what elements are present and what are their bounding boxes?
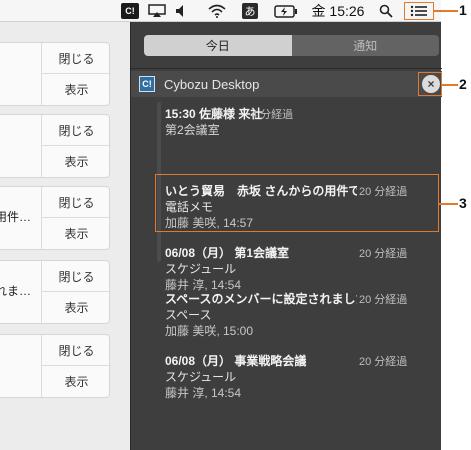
wifi-icon[interactable]	[207, 3, 227, 19]
close-button[interactable]: 閉じる	[42, 115, 111, 146]
alert-card-text: 用件…	[0, 210, 31, 224]
callout-number: 1	[459, 2, 467, 18]
notification-list-icon[interactable]	[404, 2, 434, 20]
callout-number: 3	[459, 195, 467, 211]
notification-center: 今日 通知 C! Cybozu Desktop × 15:30 佐藤様 来社 4…	[130, 22, 442, 450]
notification-title: いとう貿易 赤坂 さんからの用件で…	[165, 184, 357, 198]
notification-subtitle: スケジュール	[165, 370, 237, 384]
alert-card-text: れま…	[0, 284, 31, 298]
cybozu-icon[interactable]: C!	[121, 3, 139, 19]
callout-line	[439, 203, 458, 205]
tab-notifications[interactable]: 通知	[291, 35, 439, 56]
volume-icon[interactable]	[174, 3, 190, 19]
search-icon[interactable]	[377, 3, 395, 19]
alert-card: 閉じる 表示	[0, 114, 111, 178]
tab-today[interactable]: 今日	[144, 35, 292, 56]
app-header: C! Cybozu Desktop ×	[131, 71, 442, 97]
show-button[interactable]: 表示	[42, 366, 111, 397]
notification-item[interactable]: 15:30 佐藤様 来社 4 分経過 第2会議室	[165, 105, 440, 161]
notification-subtitle: 電話メモ	[165, 200, 214, 214]
alert-card: 用件… 閉じる 表示	[0, 186, 111, 250]
menubar-clock[interactable]: 金 15:26	[308, 3, 368, 19]
show-button[interactable]: 表示	[42, 218, 111, 249]
battery-icon[interactable]	[273, 3, 299, 19]
close-button[interactable]: 閉じる	[42, 261, 111, 292]
alert-card: 閉じる 表示	[0, 42, 111, 106]
notification-time: 20 分経過	[359, 248, 408, 260]
show-button[interactable]: 表示	[42, 292, 111, 323]
notification-time: 20 分経過	[359, 356, 408, 368]
background-window: 閉じる 表示 閉じる 表示 用件… 閉じる 表示 れま… 閉じる 表示 閉じる …	[0, 22, 130, 450]
callout-line	[434, 10, 458, 12]
notification-meta: 藤井 淳, 14:54	[165, 386, 242, 400]
notification-time: 20 分経過	[359, 186, 408, 198]
notification-title: 06/08（月） 事業戦略会議	[165, 354, 307, 368]
notification-meta: 加藤 美咲, 14:57	[165, 216, 254, 230]
close-button[interactable]: 閉じる	[42, 187, 111, 218]
notification-time: 4 分経過	[251, 109, 294, 121]
callout-number: 2	[459, 76, 467, 92]
notification-title: 15:30 佐藤様 来社	[165, 107, 263, 121]
notification-subtitle: 第2会議室	[165, 123, 220, 137]
notification-time: 20 分経過	[359, 294, 408, 306]
close-button[interactable]: 閉じる	[42, 335, 111, 366]
segmented-control: 今日 通知	[144, 35, 439, 56]
callout-line	[441, 84, 458, 86]
close-button[interactable]: 閉じる	[42, 43, 111, 74]
close-highlight-box	[418, 72, 442, 96]
app-name: Cybozu Desktop	[164, 77, 260, 92]
notification-title: 06/08（月） 第1会議室	[165, 246, 290, 260]
alert-card: 閉じる 表示	[0, 334, 111, 398]
notification-item[interactable]: 06/08（月） 事業戦略会議 20 分経過 スケジュール 藤井 淳, 14:5…	[165, 352, 440, 408]
ime-icon[interactable]: あ	[242, 3, 258, 19]
screenshot: C! あ 金 15:26 閉じる 表示 閉じる 表示 用件… 閉じる 表示 れま…	[0, 0, 471, 450]
cybozu-app-icon: C!	[139, 76, 155, 92]
show-button[interactable]: 表示	[42, 146, 111, 177]
divider	[131, 68, 442, 69]
alert-card: れま… 閉じる 表示	[0, 260, 111, 324]
notification-subtitle: スケジュール	[165, 262, 237, 276]
show-button[interactable]: 表示	[42, 74, 111, 105]
notification-subtitle: スペース	[165, 308, 212, 322]
notification-item[interactable]: スペースのメンバーに設定されました。 20 分経過 スペース 加藤 美咲, 15…	[165, 290, 440, 346]
notification-title: スペースのメンバーに設定されました。	[165, 292, 357, 306]
notification-meta: 加藤 美咲, 15:00	[165, 324, 254, 338]
airplay-icon[interactable]	[147, 3, 167, 19]
menu-bar: C! あ 金 15:26	[0, 0, 441, 22]
notification-item[interactable]: いとう貿易 赤坂 さんからの用件で… 20 分経過 電話メモ 加藤 美咲, 14…	[165, 182, 440, 238]
